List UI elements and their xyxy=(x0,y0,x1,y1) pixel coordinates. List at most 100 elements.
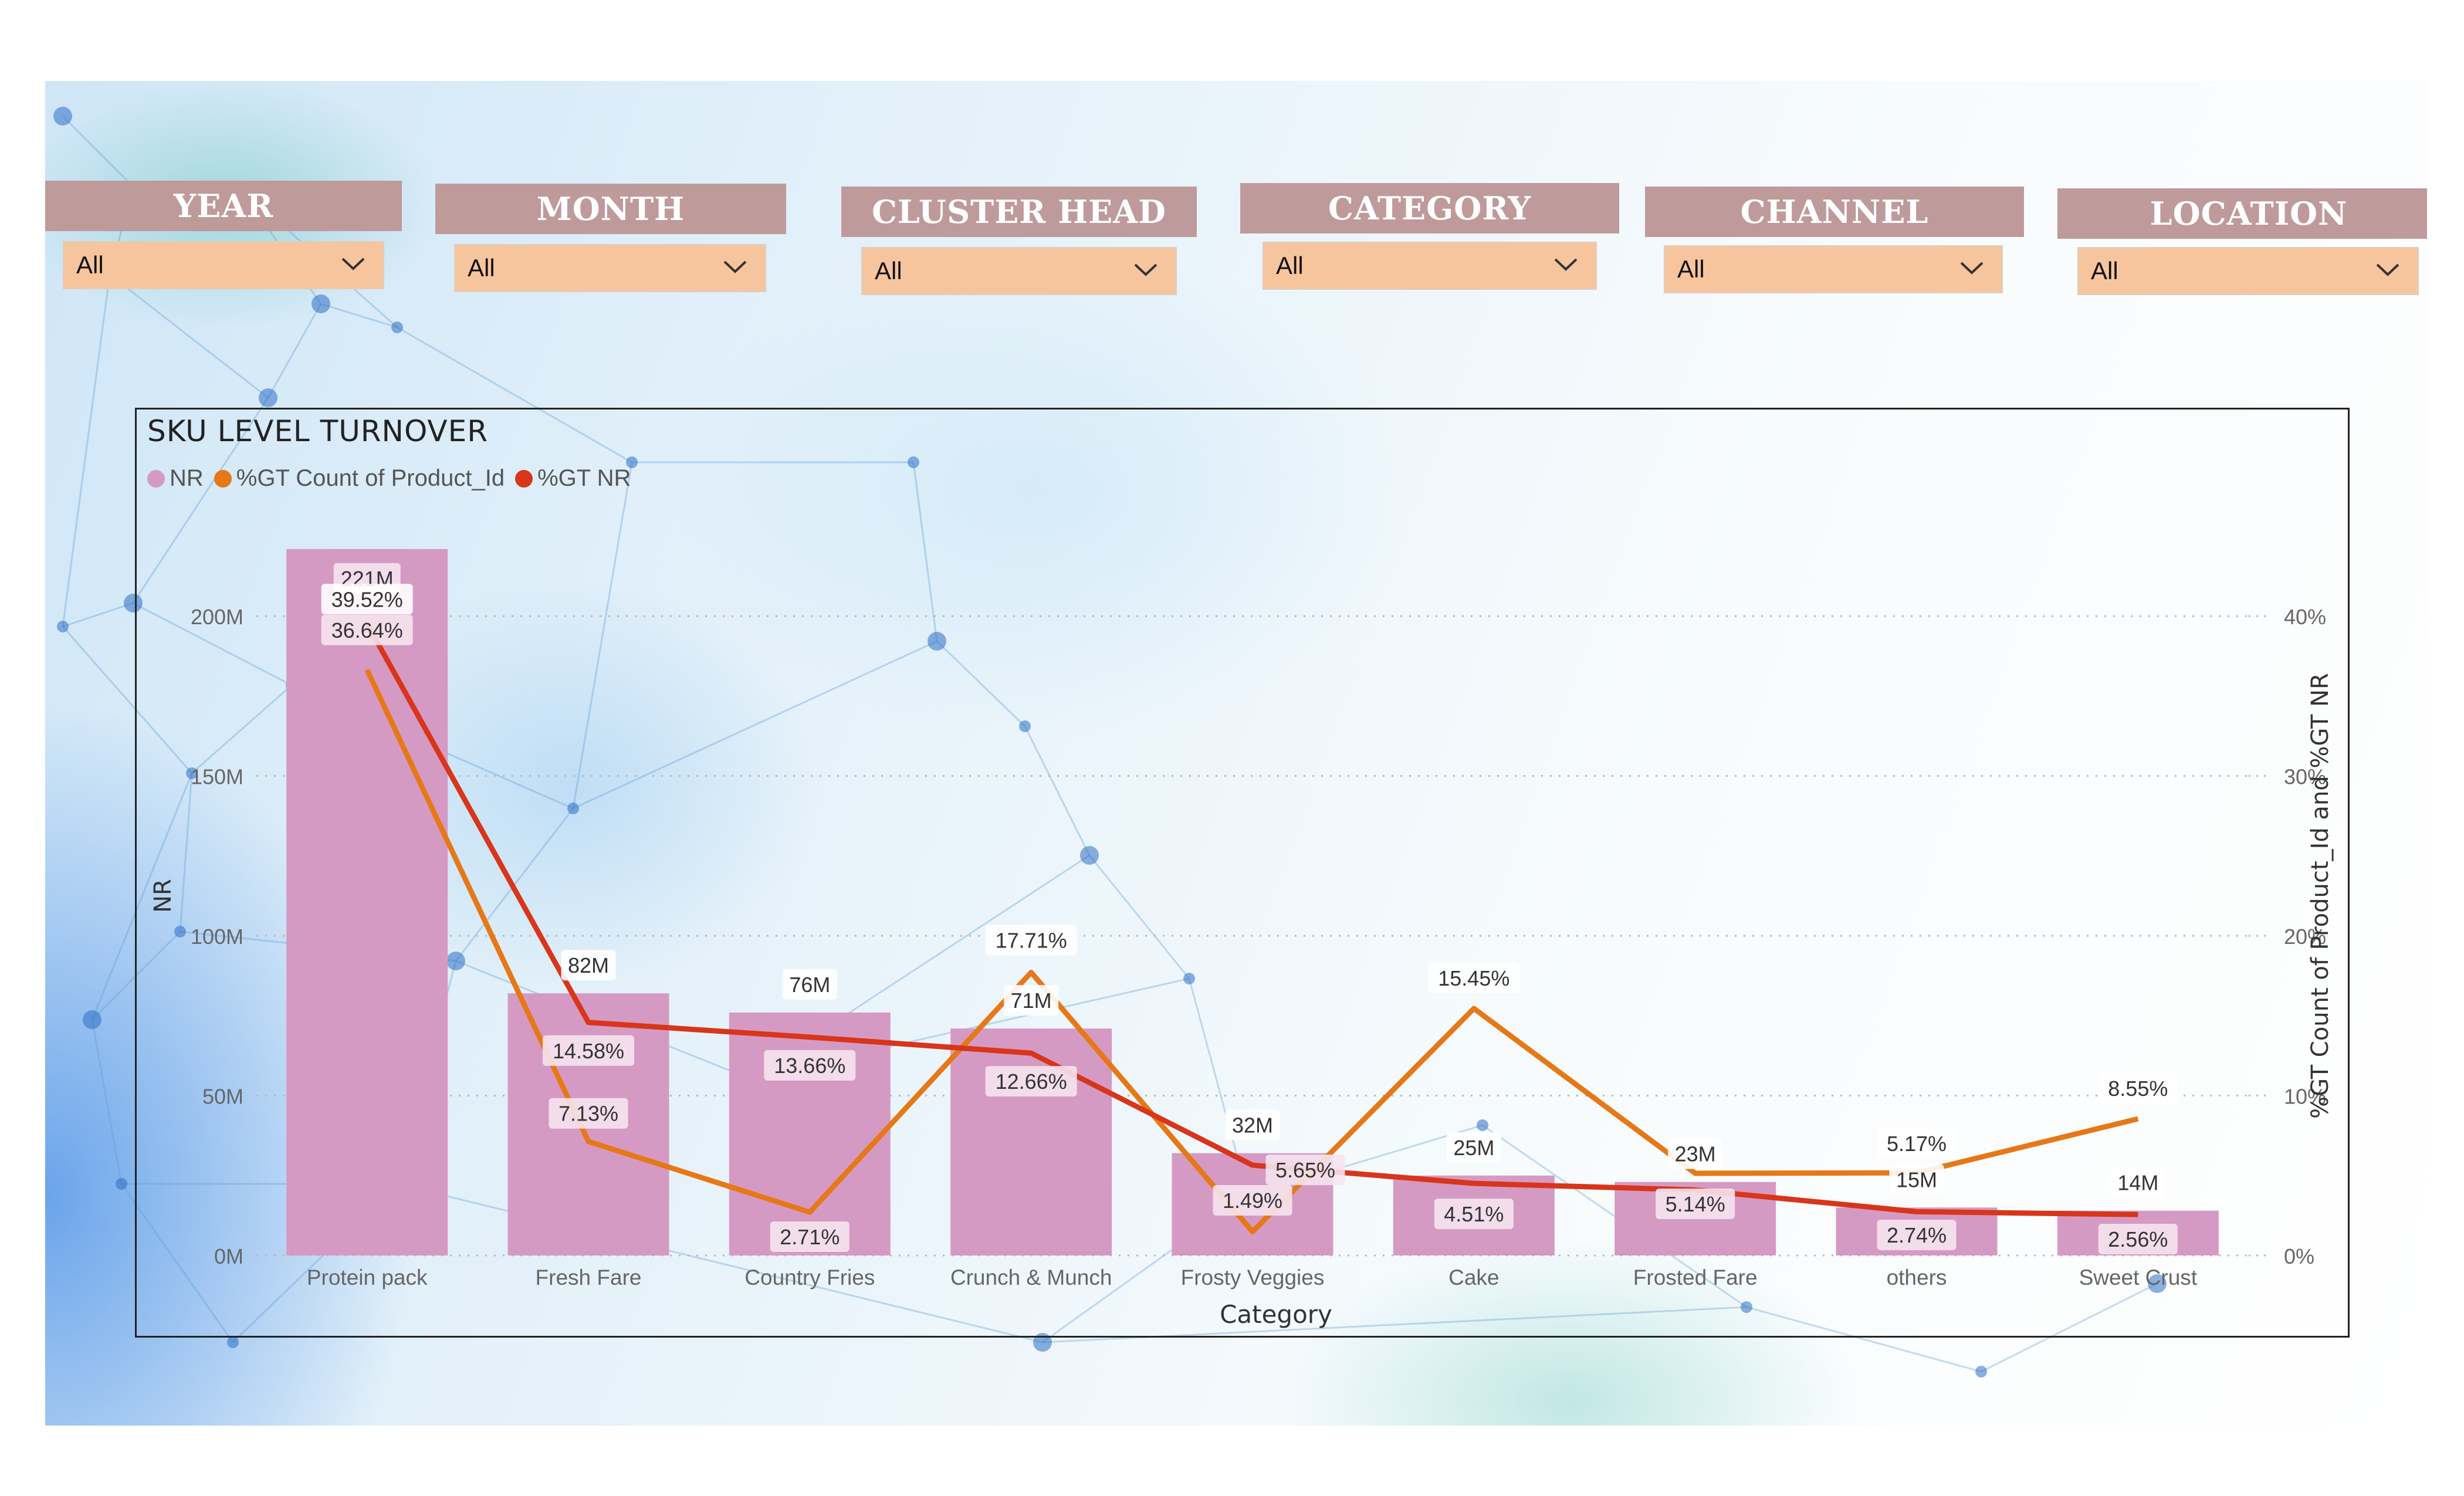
data-label-gt-count: 1.49% xyxy=(1213,1185,1292,1216)
data-label-gt-count: 8.55% xyxy=(2098,1073,2178,1104)
slicer-category-dropdown[interactable]: All xyxy=(1263,242,1597,290)
x-tick-label: Cake xyxy=(1448,1265,1499,1289)
bar[interactable] xyxy=(729,1012,891,1255)
data-label-text: 7.13% xyxy=(559,1102,618,1126)
slicer-year-value: All xyxy=(76,251,104,279)
legend-item-gt-count[interactable]: %GT Count of Product_Id xyxy=(214,465,505,492)
x-tick-label: Frosty Veggies xyxy=(1181,1265,1325,1289)
data-label-gt-count: 17.71% xyxy=(985,925,1077,956)
slicer-location-value: All xyxy=(2091,257,2118,285)
data-label-text: 14M xyxy=(2117,1171,2158,1195)
slicer-cluster-head-header: CLUSTER HEAD xyxy=(841,187,1197,237)
x-tick-label: Frosted Fare xyxy=(1633,1265,1758,1289)
data-label-gt-nr: 5.65% xyxy=(1265,1155,1345,1186)
data-label-nr: 15M xyxy=(1889,1164,1944,1195)
bar[interactable] xyxy=(286,549,448,1255)
slicer-cluster-head-value: All xyxy=(875,257,902,285)
slicer-month-label: MONTH xyxy=(536,190,685,228)
slicer-category-header: CATEGORY xyxy=(1240,183,1619,233)
sku-turnover-chart[interactable]: 0M 50M 100M 150M 200M 0% 10% 20% 30% 40% NR %GT Cou… xyxy=(135,408,2350,1338)
data-label-gt-count: 2.71% xyxy=(770,1221,849,1252)
data-label-text: 32M xyxy=(1232,1113,1273,1138)
network-node xyxy=(57,621,69,632)
data-label-text: 5.65% xyxy=(1275,1158,1335,1182)
chart-legend: NR %GT Count of Product_Id %GT NR xyxy=(147,465,631,492)
data-label-text: 2.71% xyxy=(780,1225,840,1249)
y2-tick-label: 0% xyxy=(2284,1244,2314,1268)
data-label-text: 17.71% xyxy=(996,929,1067,953)
x-tick-label: Fresh Fare xyxy=(536,1265,642,1289)
data-label-nr: 76M xyxy=(782,969,837,1000)
legend-item-nr[interactable]: NR xyxy=(147,465,204,492)
slicer-location-dropdown[interactable]: All xyxy=(2077,247,2419,295)
slicer-year-dropdown[interactable]: All xyxy=(63,241,384,289)
x-tick-label: Crunch & Munch xyxy=(950,1265,1112,1289)
data-label-text: 5.14% xyxy=(1666,1192,1725,1216)
data-label-text: 2.56% xyxy=(2108,1227,2168,1251)
circle-icon xyxy=(515,469,533,488)
x-axis-title: Category xyxy=(1220,1300,1332,1329)
network-node xyxy=(312,295,330,313)
x-tick-label: Protein pack xyxy=(307,1265,428,1289)
data-label-text: 13.66% xyxy=(774,1054,845,1078)
data-label-text: 82M xyxy=(568,953,609,977)
data-label-text: 76M xyxy=(789,973,830,997)
slicer-cluster-head-dropdown[interactable]: All xyxy=(861,247,1177,295)
data-label-text: 15M xyxy=(1896,1167,1937,1192)
chart-plot: 0M50M100M150M200M0%10%20%30%40%NR %GT Cou… xyxy=(150,549,2334,1329)
bar[interactable] xyxy=(950,1028,1112,1255)
network-link xyxy=(62,602,134,628)
slicer-location-label: LOCATION xyxy=(2150,195,2348,232)
legend-item-gt-nr[interactable]: %GT NR xyxy=(515,465,631,492)
slicer-cluster-head-label: CLUSTER HEAD xyxy=(871,193,1166,231)
slicer-year-label: YEAR xyxy=(173,187,274,225)
slicer-year-header: YEAR xyxy=(45,181,402,231)
data-label-text: 23M xyxy=(1675,1142,1716,1166)
y-tick-label: 150M xyxy=(191,765,243,789)
data-label-gt-nr: 12.66% xyxy=(985,1066,1077,1097)
data-label-nr: 32M xyxy=(1225,1109,1280,1140)
network-node xyxy=(259,388,277,407)
x-tick-label: others xyxy=(1887,1265,1947,1289)
data-label-text: 36.64% xyxy=(331,618,403,642)
data-label-text: 4.51% xyxy=(1444,1202,1504,1226)
circle-icon xyxy=(147,469,165,488)
legend-label-gt-nr: %GT NR xyxy=(537,465,631,491)
slicer-category-label: CATEGORY xyxy=(1328,189,1532,227)
network-node xyxy=(1975,1366,1987,1377)
data-label-nr: 23M xyxy=(1668,1138,1723,1169)
y2-axis-title: %GT Count of Product_Id and %GT NR xyxy=(2307,673,2334,1119)
y2-tick-label: 40% xyxy=(2284,605,2326,629)
data-label-gt-count: 7.13% xyxy=(549,1098,628,1129)
data-label-gt-count: 36.64% xyxy=(321,614,413,645)
circle-icon xyxy=(214,469,232,488)
chart-title: SKU LEVEL TURNOVER xyxy=(147,414,488,448)
slicer-channel-header: CHANNEL xyxy=(1645,187,2024,237)
slicer-category-value: All xyxy=(1276,252,1304,279)
data-label-text: 25M xyxy=(1453,1136,1494,1160)
slicer-month-dropdown[interactable]: All xyxy=(454,244,766,292)
chevron-down-icon xyxy=(1554,258,1578,271)
data-label-text: 12.66% xyxy=(996,1069,1067,1094)
slicer-channel-value: All xyxy=(1677,255,1705,283)
network-link xyxy=(62,115,134,188)
network-node xyxy=(116,1178,127,1190)
data-label-text: 5.17% xyxy=(1887,1132,1947,1156)
data-label-text: 14.58% xyxy=(553,1039,624,1063)
data-label-text: 71M xyxy=(1011,989,1052,1013)
legend-label-nr: NR xyxy=(170,465,204,491)
x-tick-label: Sweet Crust xyxy=(2079,1265,2198,1289)
y-axis-title: NR xyxy=(150,879,177,913)
y-tick-label: 50M xyxy=(202,1085,243,1109)
chevron-down-icon xyxy=(1134,263,1157,276)
data-label-gt-count: 15.45% xyxy=(1428,963,1520,994)
data-label-nr: 14M xyxy=(2110,1167,2165,1198)
chevron-down-icon xyxy=(723,260,747,273)
data-label-gt-count: 5.14% xyxy=(1656,1188,1735,1219)
data-label-text: 8.55% xyxy=(2108,1077,2168,1101)
data-label-text: 1.49% xyxy=(1223,1189,1282,1213)
data-label-text: 2.74% xyxy=(1887,1223,1947,1247)
data-label-gt-nr: 39.52% xyxy=(321,584,413,615)
data-label-gt-nr: 4.51% xyxy=(1434,1199,1514,1230)
slicer-channel-dropdown[interactable]: All xyxy=(1664,245,2003,293)
